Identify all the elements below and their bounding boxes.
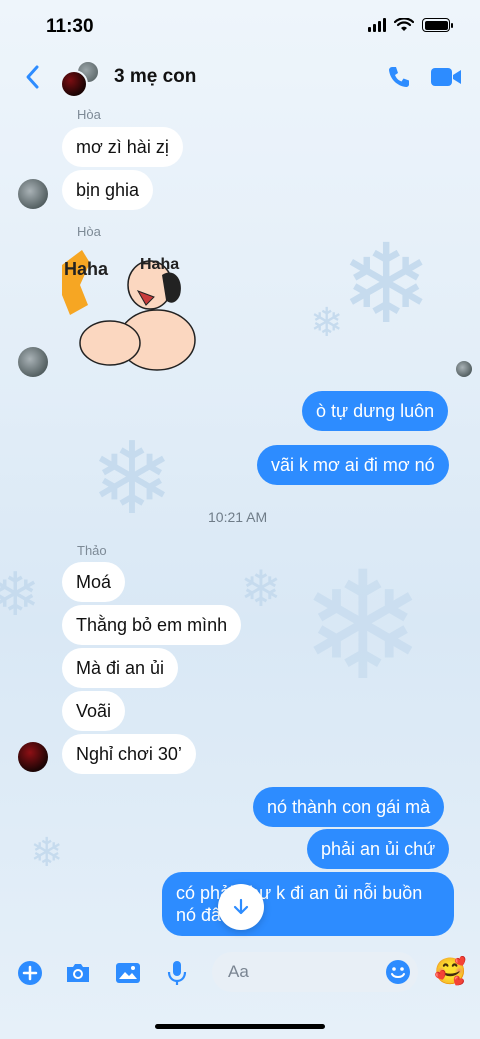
home-indicator	[155, 1024, 325, 1029]
plus-icon[interactable]	[15, 958, 45, 988]
status-icons	[368, 18, 453, 32]
gallery-icon[interactable]	[113, 958, 143, 988]
camera-icon[interactable]	[63, 958, 93, 988]
group-avatar[interactable]	[60, 60, 104, 98]
avatar[interactable]	[18, 179, 48, 209]
phone-call-icon[interactable]	[386, 64, 412, 90]
incoming-message[interactable]: Mà đi an ủi	[62, 648, 179, 688]
microphone-icon[interactable]	[162, 958, 192, 988]
conversation-title[interactable]: 3 mẹ con	[114, 66, 196, 88]
sender-name: Hòa	[77, 224, 101, 239]
snowflake-decoration: ❄	[300, 540, 426, 714]
back-arrow-icon[interactable]	[22, 62, 44, 92]
snowflake-decoration: ❄	[340, 220, 433, 348]
emoji-icon[interactable]	[384, 958, 412, 986]
battery-icon	[422, 18, 453, 32]
incoming-message[interactable]: mơ zì hài zị	[62, 127, 183, 167]
outgoing-message[interactable]: vãi k mơ ai đi mơ nó	[257, 445, 449, 485]
composer-bar: Aa 🥰	[0, 950, 480, 996]
message-input[interactable]: Aa	[212, 952, 418, 992]
outgoing-message[interactable]: nó thành con gái mà	[253, 787, 445, 827]
message-line: có phải như k đi an ủi nỗi buồn	[176, 883, 423, 903]
arrow-down-icon	[233, 898, 249, 915]
incoming-message[interactable]: Voãi	[62, 691, 126, 731]
laughing-sticker[interactable]: Haha Haha	[62, 245, 202, 375]
wifi-icon	[394, 18, 414, 31]
avatar[interactable]	[18, 347, 48, 377]
status-time: 11:30	[46, 16, 94, 37]
snowflake-decoration: ❄	[30, 830, 64, 876]
read-receipt	[456, 361, 472, 377]
snowflake-decoration: ❄	[310, 300, 344, 346]
outgoing-message[interactable]: phải an ủi chứ	[307, 829, 450, 869]
incoming-message[interactable]: Moá	[62, 562, 126, 602]
outgoing-message[interactable]: ò tự dưng luôn	[302, 391, 449, 431]
sender-name: Hòa	[77, 107, 101, 122]
signal-icon	[368, 18, 386, 32]
snowflake-decoration: ❄	[90, 420, 174, 537]
message-input-placeholder: Aa	[228, 962, 249, 981]
incoming-message[interactable]: Nghỉ chơi 30’	[62, 734, 196, 774]
sticker-text: Haha	[64, 259, 109, 279]
member-avatar	[60, 70, 88, 98]
video-call-icon[interactable]	[430, 66, 462, 88]
quick-reaction-button[interactable]: 🥰	[434, 956, 466, 988]
sender-name: Thảo	[77, 543, 107, 558]
message-line: nó đâu	[176, 905, 232, 925]
snowflake-decoration: ❄	[0, 560, 41, 630]
status-bar: 11:30	[0, 0, 480, 56]
chat-header: 3 mẹ con	[0, 56, 480, 102]
outgoing-message[interactable]: có phải như k đi an ủi nỗi buồn nó đâu	[162, 872, 454, 936]
sticker-text: Haha	[140, 256, 179, 273]
message-timestamp: 10:21 AM	[208, 509, 268, 525]
scroll-to-bottom-button[interactable]	[218, 884, 264, 930]
incoming-message[interactable]: Thằng bỏ em mình	[62, 605, 242, 645]
incoming-message[interactable]: bịn ghia	[62, 170, 154, 210]
snowflake-decoration: ❄	[240, 560, 282, 618]
avatar[interactable]	[18, 742, 48, 772]
